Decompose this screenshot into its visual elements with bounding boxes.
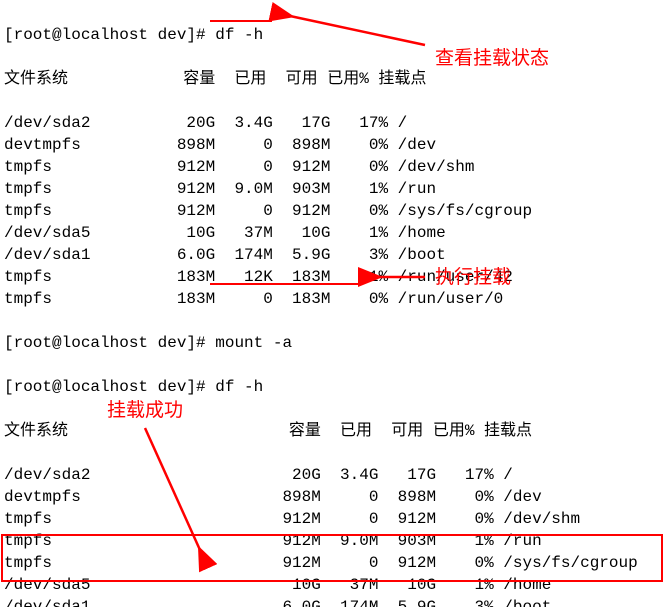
prompt: [root@localhost dev]# <box>4 26 215 44</box>
command: df -h <box>215 26 263 44</box>
df-output-2: /dev/sda2 20G 3.4G 17G 17% / devtmpfs 89… <box>4 464 666 607</box>
df-output-1: /dev/sda2 20G 3.4G 17G 17% / devtmpfs 89… <box>4 112 666 310</box>
annotation-execute: 执行挂载 <box>435 267 511 289</box>
prompt-line: [root@localhost dev]# mount -a <box>4 332 666 354</box>
prompt: [root@localhost dev]# <box>4 378 215 396</box>
prompt-line: [root@localhost dev]# df -h <box>4 24 666 46</box>
df-header: 文件系统 容量 已用 可用 已用% 挂载点 <box>4 420 666 442</box>
terminal[interactable]: [root@localhost dev]# df -h 文件系统 容量 已用 可… <box>0 0 666 607</box>
annotation-check-status: 查看挂载状态 <box>435 48 549 70</box>
command: df -h <box>215 378 263 396</box>
command: mount -a <box>215 334 292 352</box>
prompt: [root@localhost dev]# <box>4 334 215 352</box>
df-header: 文件系统 容量 已用 可用 已用% 挂载点 <box>4 68 666 90</box>
prompt-line: [root@localhost dev]# df -h <box>4 376 666 398</box>
annotation-success: 挂载成功 <box>107 400 183 422</box>
